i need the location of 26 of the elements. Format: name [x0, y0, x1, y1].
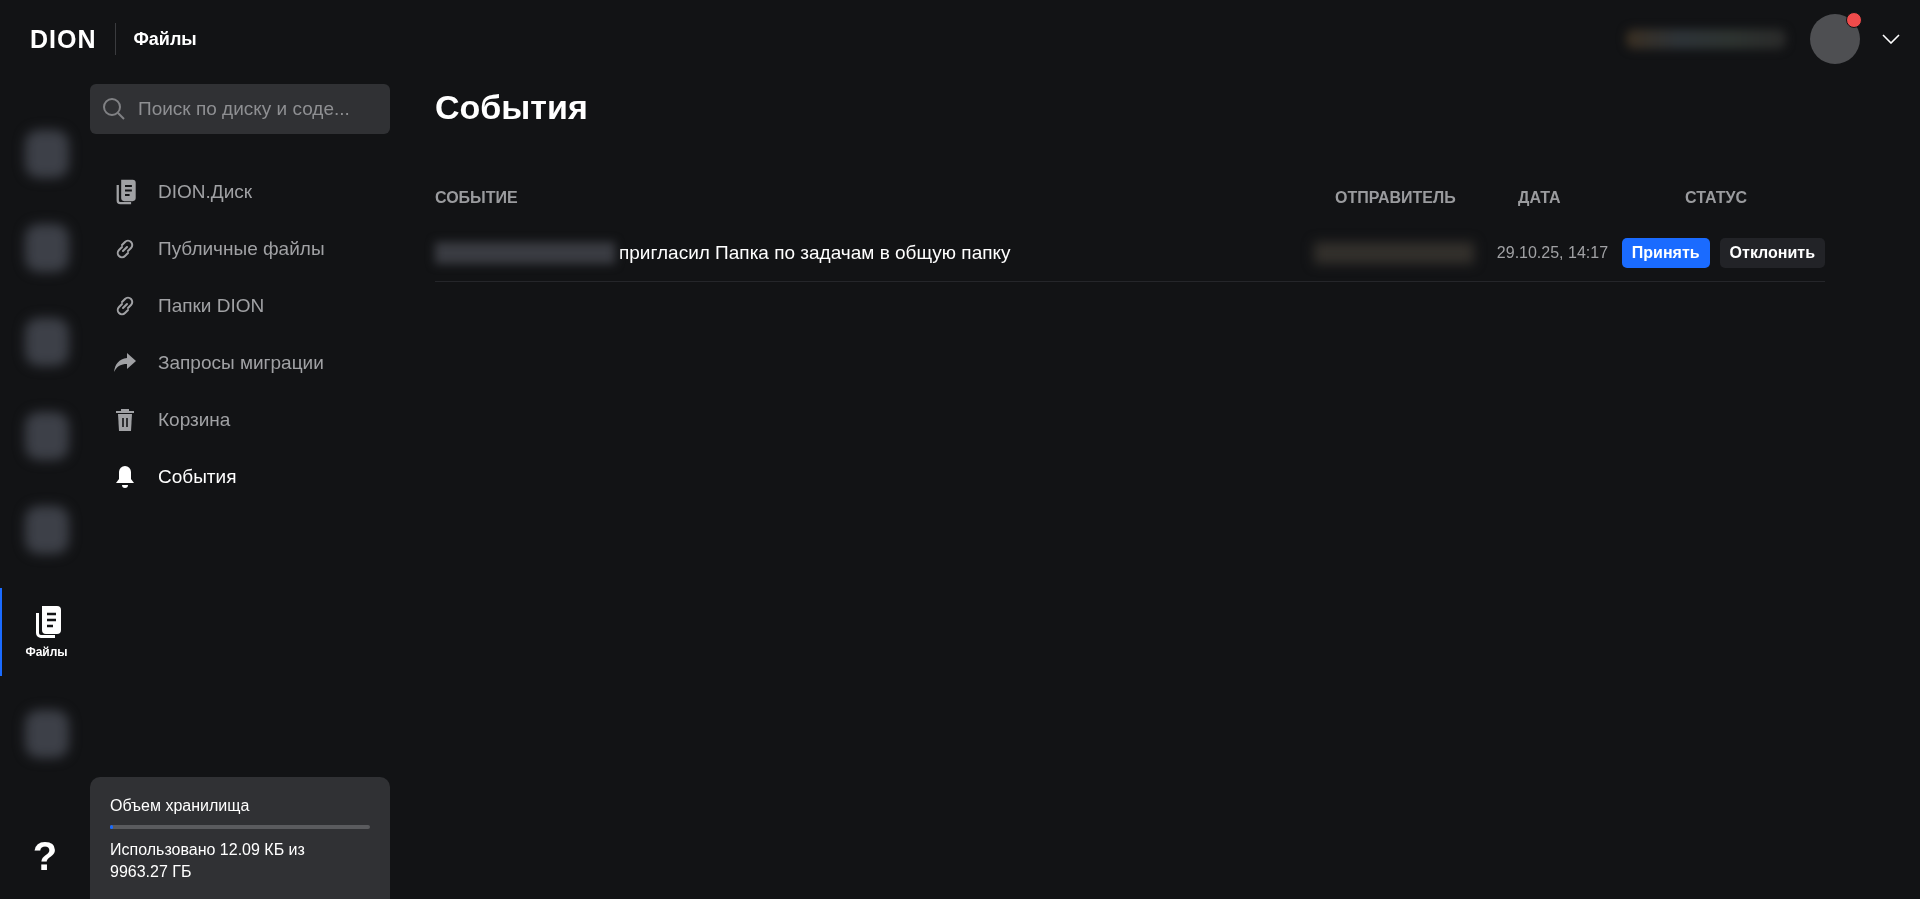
event-date: 29.10.25, 14:17 — [1496, 244, 1610, 262]
column-header: СТАТУС — [1685, 189, 1748, 207]
column-header: ОТПРАВИТЕЛЬ — [1335, 189, 1457, 207]
accept-button[interactable]: Принять — [1621, 238, 1710, 268]
event-text: пригласил Папка по задачам в общую папку — [619, 242, 1011, 264]
storage-title: Объем хранилища — [110, 797, 251, 815]
decline-button[interactable]: Отклонить — [1719, 238, 1825, 268]
nav-item[interactable]: Корзина — [112, 398, 390, 442]
search-field[interactable]: Поиск по диску и соде... — [90, 84, 390, 134]
chevron-down-icon[interactable] — [1882, 34, 1900, 44]
app-title: Файлы — [133, 28, 197, 50]
rail-item[interactable]: Файлы — [0, 588, 92, 676]
storage-usage: Использовано 12.09 КБ из 9963.27 ГБ — [110, 840, 306, 883]
nav-item[interactable]: Запросы миграции — [112, 341, 390, 385]
column-header: ДАТА — [1518, 189, 1562, 207]
search-icon — [102, 97, 126, 121]
share-arrow-icon — [112, 352, 138, 374]
nav-item[interactable]: Публичные файлы — [112, 227, 390, 271]
page-title: События — [435, 88, 589, 127]
help-button[interactable]: ? — [32, 834, 58, 879]
logo[interactable]: DION — [30, 23, 116, 55]
avatar[interactable] — [1810, 14, 1860, 64]
nav-item[interactable]: Папки DION — [112, 284, 390, 328]
nav-item[interactable]: DION.Диск — [112, 170, 390, 214]
column-header: СОБЫТИЕ — [435, 189, 519, 207]
nav-item[interactable]: События — [112, 455, 390, 499]
